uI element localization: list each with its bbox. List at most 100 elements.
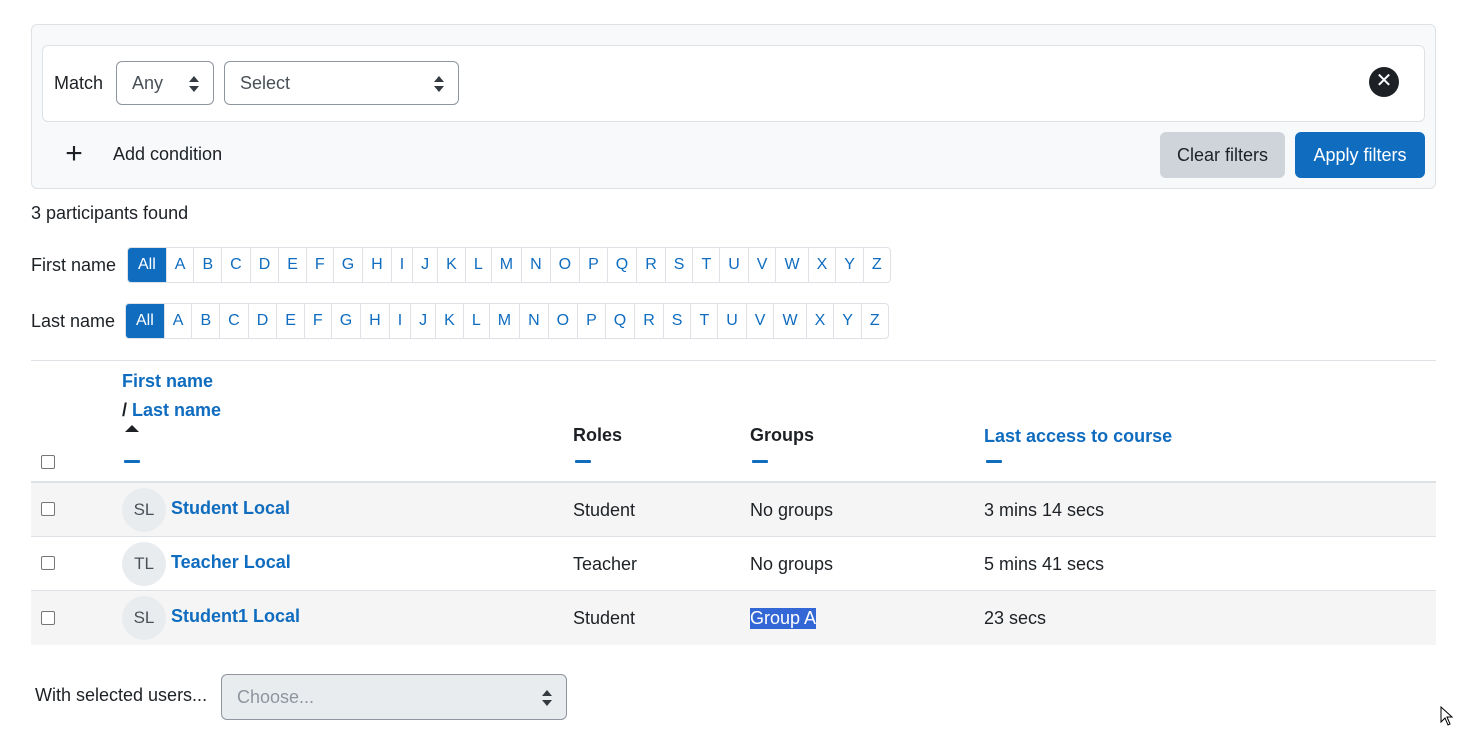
user-name-link[interactable]: Teacher Local — [171, 552, 291, 573]
initial-q[interactable]: Q — [606, 248, 636, 282]
initial-all[interactable]: All — [128, 248, 166, 282]
initial-e[interactable]: E — [278, 248, 306, 282]
collapse-last-access-column-icon[interactable] — [986, 460, 1002, 463]
initial-j[interactable]: J — [410, 304, 435, 338]
select-all-checkbox[interactable] — [41, 455, 55, 469]
initial-e[interactable]: E — [276, 304, 304, 338]
participants-table: First name / Last name Roles Groups Last… — [31, 360, 1436, 645]
initial-q[interactable]: Q — [604, 304, 634, 338]
roles-column-header: Roles — [573, 425, 623, 445]
user-last-access: 23 secs — [984, 608, 1047, 628]
initial-f[interactable]: F — [305, 248, 333, 282]
initial-c[interactable]: C — [219, 304, 248, 338]
initial-a[interactable]: A — [165, 248, 194, 282]
user-role[interactable]: Student — [573, 608, 635, 629]
first-name-letters: All ABCDEFGHIJKLMNOPQRSTUVWXYZ — [127, 247, 891, 283]
initial-m[interactable]: M — [490, 248, 521, 282]
initial-n[interactable]: N — [519, 304, 548, 338]
groups-column-header: Groups — [750, 425, 815, 445]
sort-first-name-link[interactable]: First name — [122, 371, 213, 391]
table-row: SL Student Local Student No groups 3 min… — [31, 483, 1436, 537]
user-last-access: 3 mins 14 secs — [984, 500, 1105, 520]
initial-h[interactable]: H — [362, 248, 391, 282]
initial-k[interactable]: K — [435, 304, 463, 338]
clear-filters-button[interactable]: Clear filters — [1160, 132, 1285, 178]
initial-d[interactable]: D — [247, 304, 277, 338]
initial-r[interactable]: R — [634, 304, 663, 338]
initial-f[interactable]: F — [303, 304, 331, 338]
initial-d[interactable]: D — [249, 248, 279, 282]
initial-w[interactable]: W — [773, 304, 805, 338]
initial-i[interactable]: I — [388, 304, 410, 338]
initial-a[interactable]: A — [163, 304, 192, 338]
match-label: Match — [54, 73, 104, 93]
first-name-initials-bar: First name All ABCDEFGHIJKLMNOPQRSTUVWXY… — [31, 247, 891, 283]
plus-icon: + — [65, 137, 83, 170]
initial-o[interactable]: O — [549, 248, 579, 282]
initial-t[interactable]: T — [692, 248, 719, 282]
initial-g[interactable]: G — [330, 304, 360, 338]
initial-s[interactable]: S — [664, 248, 693, 282]
add-condition-button[interactable]: + Add condition — [63, 139, 222, 169]
filter-type-select[interactable]: Select — [224, 61, 459, 105]
initial-x[interactable]: X — [805, 304, 834, 338]
select-caret-icon — [434, 76, 444, 92]
last-name-initials-bar: Last name All ABCDEFGHIJKLMNOPQRSTUVWXYZ — [31, 303, 889, 339]
initial-c[interactable]: C — [221, 248, 250, 282]
row-checkbox[interactable] — [41, 502, 55, 516]
user-name-link[interactable]: Student1 Local — [171, 606, 300, 627]
initial-t[interactable]: T — [690, 304, 717, 338]
initial-p[interactable]: P — [577, 304, 605, 338]
user-name-link[interactable]: Student Local — [171, 498, 290, 519]
filter-panel: Match Any Select ✕ + Add condition Clear… — [31, 24, 1436, 189]
sort-last-access-link[interactable]: Last access to course — [984, 426, 1172, 446]
user-groups[interactable]: No groups — [750, 500, 833, 521]
user-role[interactable]: Student — [573, 500, 635, 521]
initial-w[interactable]: W — [775, 248, 807, 282]
match-select-value: Any — [132, 72, 164, 93]
row-checkbox[interactable] — [41, 611, 55, 625]
initial-all[interactable]: All — [126, 304, 164, 338]
initial-l[interactable]: L — [464, 248, 491, 282]
user-role[interactable]: Teacher — [573, 554, 637, 575]
initial-y[interactable]: Y — [833, 304, 861, 338]
initial-k[interactable]: K — [437, 248, 465, 282]
name-separator: / — [122, 400, 128, 420]
user-groups[interactable]: Group A — [750, 608, 817, 629]
initial-v[interactable]: V — [747, 248, 776, 282]
initial-s[interactable]: S — [662, 304, 691, 338]
row-checkbox[interactable] — [41, 556, 55, 570]
initial-b[interactable]: B — [193, 248, 221, 282]
remove-condition-icon[interactable]: ✕ — [1369, 67, 1399, 97]
collapse-name-column-icon[interactable] — [124, 460, 140, 463]
initial-v[interactable]: V — [745, 304, 774, 338]
initial-j[interactable]: J — [412, 248, 437, 282]
initial-g[interactable]: G — [332, 248, 362, 282]
initial-r[interactable]: R — [636, 248, 665, 282]
initial-m[interactable]: M — [488, 304, 519, 338]
apply-filters-button[interactable]: Apply filters — [1295, 132, 1425, 178]
initial-l[interactable]: L — [462, 304, 489, 338]
select-caret-icon — [189, 76, 199, 92]
sort-last-name-link[interactable]: Last name — [132, 400, 221, 420]
match-select[interactable]: Any — [116, 61, 214, 105]
initial-p[interactable]: P — [579, 248, 607, 282]
initial-z[interactable]: Z — [860, 304, 888, 338]
initial-x[interactable]: X — [807, 248, 836, 282]
collapse-groups-column-icon[interactable] — [752, 460, 768, 463]
initial-i[interactable]: I — [390, 248, 412, 282]
initial-u[interactable]: U — [719, 248, 748, 282]
user-groups[interactable]: No groups — [750, 554, 833, 575]
initial-y[interactable]: Y — [835, 248, 863, 282]
bulk-action-select[interactable]: Choose... — [221, 674, 567, 720]
initial-h[interactable]: H — [360, 304, 389, 338]
initial-u[interactable]: U — [717, 304, 746, 338]
collapse-roles-column-icon[interactable] — [575, 460, 591, 463]
initial-n[interactable]: N — [521, 248, 550, 282]
initial-z[interactable]: Z — [862, 248, 890, 282]
avatar: SL — [122, 596, 166, 640]
initial-o[interactable]: O — [547, 304, 577, 338]
bulk-action-placeholder: Choose... — [237, 686, 315, 707]
initial-b[interactable]: B — [191, 304, 219, 338]
last-name-letters: All ABCDEFGHIJKLMNOPQRSTUVWXYZ — [125, 303, 889, 339]
